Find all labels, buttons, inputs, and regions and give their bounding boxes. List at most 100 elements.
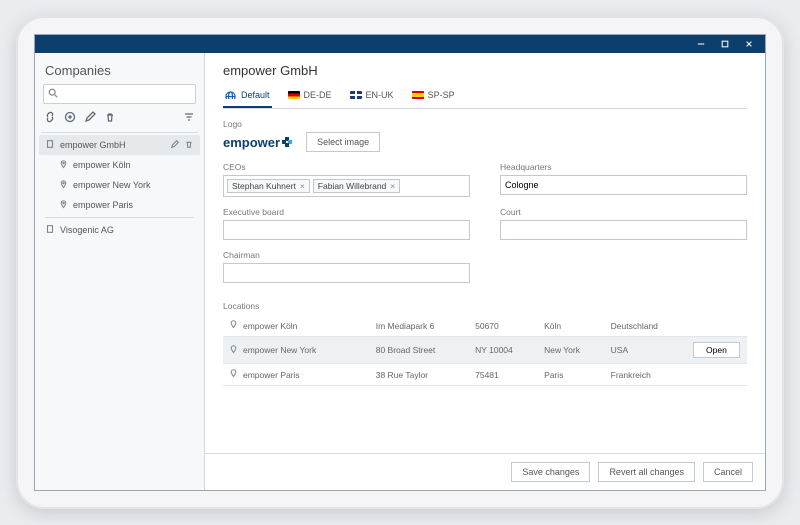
globe-icon [225, 91, 237, 99]
device-frame: Companies empower GmbH [16, 16, 784, 509]
divider [45, 217, 194, 218]
logo-label: Logo [223, 119, 747, 129]
location-city: Paris [538, 364, 605, 386]
tab-label: DE-DE [304, 90, 332, 100]
tree-item-empower-paris[interactable]: empower Paris [39, 195, 200, 215]
exec-board-input[interactable] [223, 220, 470, 240]
search-icon [48, 88, 58, 100]
page-title: empower GmbH [223, 63, 747, 78]
location-city: Köln [538, 315, 605, 337]
location-name: empower New York [243, 345, 316, 355]
tree-item-empower-koeln[interactable]: empower Köln [39, 155, 200, 175]
open-location-button[interactable]: Open [693, 342, 740, 358]
company-logo: empower [223, 135, 292, 150]
pin-icon [59, 160, 68, 171]
edit-icon[interactable] [170, 139, 180, 151]
tab-sp[interactable]: SP-SP [410, 86, 457, 108]
tree-item-empower-newyork[interactable]: empower New York [39, 175, 200, 195]
building-icon [45, 224, 55, 236]
chairman-label: Chairman [223, 250, 470, 260]
tree-item-label: empower Paris [73, 200, 133, 210]
search-input[interactable] [62, 89, 191, 99]
select-image-button[interactable]: Select image [306, 132, 380, 152]
flag-sp-icon [412, 91, 424, 99]
tab-label: EN-UK [366, 90, 394, 100]
chip-remove-icon[interactable]: × [300, 181, 305, 191]
pin-icon [229, 320, 238, 331]
location-city: New York [538, 337, 605, 364]
logo-text: empower [223, 135, 280, 150]
tree-item-label: empower New York [73, 180, 151, 190]
location-name: empower Köln [243, 321, 297, 331]
location-street: 38 Rue Taylor [370, 364, 469, 386]
location-zip: 50670 [469, 315, 538, 337]
ceos-input[interactable]: Stephan Kuhnert × Fabian Willebrand× [223, 175, 470, 197]
logo-plus-icon [282, 137, 292, 147]
sidebar: Companies empower GmbH [35, 53, 205, 490]
flag-uk-icon [350, 91, 362, 99]
location-street: 80 Broad Street [370, 337, 469, 364]
ceos-label: CEOs [223, 162, 470, 172]
chip-label: Stephan Kuhnert [232, 181, 296, 191]
pin-icon [59, 200, 68, 211]
cancel-button[interactable]: Cancel [703, 462, 753, 482]
filter-icon[interactable] [182, 110, 196, 124]
chairman-input[interactable] [223, 263, 470, 283]
location-name: empower Paris [243, 370, 300, 380]
location-zip: NY 10004 [469, 337, 538, 364]
tab-uk[interactable]: EN-UK [348, 86, 396, 108]
revert-button[interactable]: Revert all changes [598, 462, 695, 482]
location-row[interactable]: empower Köln Im Mediapark 6 50670 Köln D… [223, 315, 747, 337]
save-button[interactable]: Save changes [511, 462, 590, 482]
tree-item-label: Visogenic AG [60, 225, 114, 235]
pin-icon [229, 369, 238, 380]
tree-item-visogenic[interactable]: Visogenic AG [39, 220, 200, 240]
titlebar [35, 35, 765, 53]
exec-board-label: Executive board [223, 207, 470, 217]
tab-default[interactable]: Default [223, 86, 272, 108]
pin-icon [229, 345, 238, 356]
tree-item-empower-gmbh[interactable]: empower GmbH [39, 135, 200, 155]
building-icon [45, 139, 55, 151]
link-icon[interactable] [43, 110, 57, 124]
ceo-chip: Fabian Willebrand× [313, 179, 400, 193]
tree-item-label: empower Köln [73, 160, 131, 170]
pin-icon [59, 180, 68, 191]
locations-table: empower Köln Im Mediapark 6 50670 Köln D… [223, 315, 747, 386]
chip-remove-icon[interactable]: × [390, 181, 395, 191]
court-input[interactable] [500, 220, 747, 240]
search-box[interactable] [43, 84, 196, 104]
window-maximize-button[interactable] [713, 35, 737, 53]
location-country: Deutschland [605, 315, 687, 337]
delete-icon[interactable] [103, 110, 117, 124]
tab-label: SP-SP [428, 90, 455, 100]
footer-actions: Save changes Revert all changes Cancel [205, 453, 765, 490]
location-country: USA [605, 337, 687, 364]
location-row[interactable]: empower Paris 38 Rue Taylor 75481 Paris … [223, 364, 747, 386]
location-country: Frankreich [605, 364, 687, 386]
sidebar-toolbar [35, 104, 204, 130]
tab-label: Default [241, 90, 270, 100]
app-window: Companies empower GmbH [34, 34, 766, 491]
location-row[interactable]: empower New York 80 Broad Street NY 1000… [223, 337, 747, 364]
tree-item-label: empower GmbH [60, 140, 126, 150]
main-panel: empower GmbH Default DE-DE EN-UK SP-SP L… [205, 53, 765, 490]
locale-tabs: Default DE-DE EN-UK SP-SP [223, 86, 747, 109]
location-zip: 75481 [469, 364, 538, 386]
company-tree: empower GmbH empower Köln empower New Yo… [35, 135, 204, 490]
window-minimize-button[interactable] [689, 35, 713, 53]
delete-icon[interactable] [184, 139, 194, 151]
edit-icon[interactable] [83, 110, 97, 124]
locations-section: Locations empower Köln Im Mediapark 6 50… [223, 301, 747, 386]
hq-label: Headquarters [500, 162, 747, 172]
tab-de[interactable]: DE-DE [286, 86, 334, 108]
add-company-icon[interactable] [63, 110, 77, 124]
divider [41, 132, 198, 133]
hq-input[interactable] [500, 175, 747, 195]
main-header: empower GmbH Default DE-DE EN-UK SP-SP [205, 53, 765, 109]
ceo-chip: Stephan Kuhnert × [227, 179, 310, 193]
sidebar-title: Companies [35, 53, 204, 84]
window-close-button[interactable] [737, 35, 761, 53]
content-area: Logo empower Select image CEOs Stephan K… [205, 109, 765, 453]
court-label: Court [500, 207, 747, 217]
